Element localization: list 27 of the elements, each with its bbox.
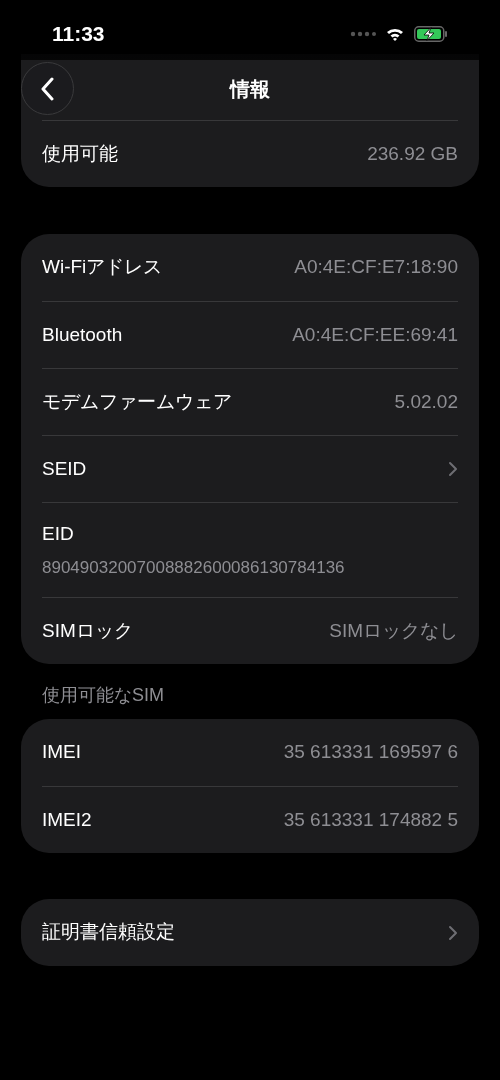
- row-value: A0:4E:CF:EE:69:41: [292, 322, 458, 347]
- settings-link-row[interactable]: 証明書信頼設定: [42, 899, 458, 966]
- wifi-icon: [386, 27, 404, 41]
- row-value: 236.92 GB: [367, 141, 458, 166]
- row-label: モデムファームウェア: [42, 389, 232, 414]
- row-label: Bluetooth: [42, 322, 123, 347]
- row-value: 35 613331 174882 5: [283, 807, 458, 832]
- row-value: A0:4E:CF:E7:18:90: [294, 255, 458, 280]
- row-label: SIMロック: [42, 618, 133, 643]
- cellular-signal-icon: [350, 31, 376, 37]
- row-value: 5.02.02: [394, 389, 458, 414]
- row-label: 使用可能: [42, 141, 118, 166]
- row-value: SIMロックなし: [329, 618, 458, 643]
- row-label: Wi-Fiアドレス: [42, 255, 163, 280]
- settings-link-row[interactable]: SEID: [42, 435, 458, 502]
- page-title: 情報: [230, 76, 270, 102]
- battery-charging-icon: [414, 26, 448, 42]
- row-value: 89049032007008882600086130784136: [42, 556, 345, 579]
- row-label: IMEI2: [42, 807, 92, 832]
- row-label: IMEI: [42, 740, 82, 765]
- back-chevron-icon: [40, 76, 55, 101]
- section-header: 使用可能なSIM: [42, 684, 164, 707]
- row-value: 35 613331 169597 6: [283, 740, 458, 765]
- status-time: 11:33: [52, 21, 105, 48]
- chevron-right-icon: [448, 924, 458, 941]
- chevron-right-icon: [448, 461, 458, 477]
- row-label: EID: [42, 522, 74, 546]
